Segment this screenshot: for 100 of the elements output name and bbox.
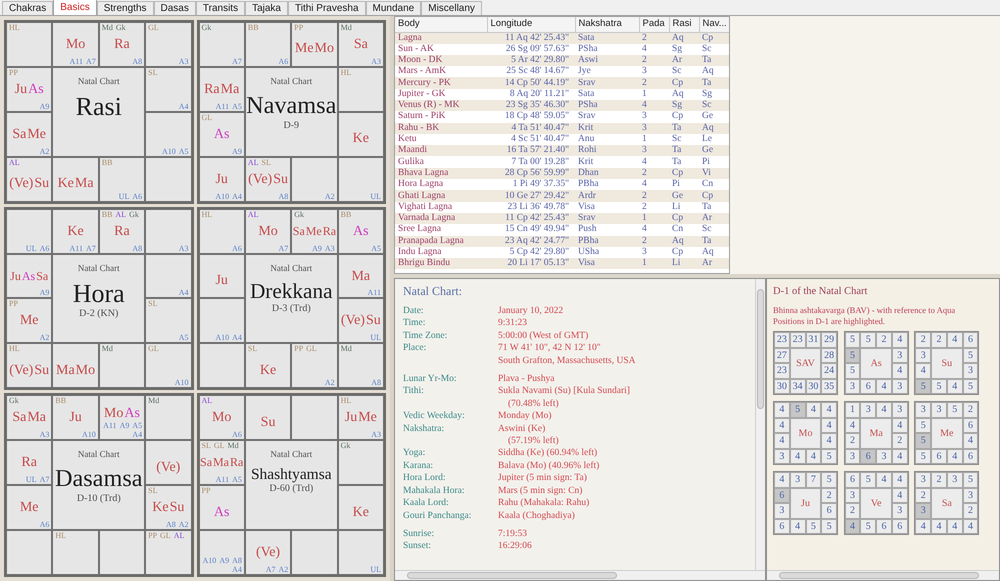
table-cell: Indu Lagna	[395, 246, 487, 258]
table-cell: PSha	[575, 44, 639, 55]
table-cell: 1 Pi 49' 37.35"	[487, 179, 575, 190]
tab[interactable]: Transits	[196, 1, 246, 15]
bav-cell: 4	[876, 472, 892, 488]
planet-label: (Ve)	[340, 313, 365, 328]
planet-label: Me	[306, 224, 322, 239]
table-cell: Visa	[575, 202, 639, 213]
table-cell: 11 Aq 42' 25.43"	[487, 32, 575, 44]
table-cell: Sc	[699, 224, 729, 236]
bav-cell: 2	[892, 433, 908, 448]
planet-label: As	[28, 82, 44, 97]
column-header[interactable]: Nakshatra	[575, 17, 639, 32]
marker-label: BB	[102, 158, 112, 167]
table-cell-text: 18 Cp 48' 59.05"	[504, 111, 570, 123]
bav-grid-name: SAV	[790, 348, 822, 378]
arudha-label: A3	[178, 244, 188, 253]
field-value: January 10, 2022	[498, 305, 564, 318]
bav-cell: 4	[774, 433, 790, 448]
bav-cell: 4	[946, 332, 963, 348]
arudha-label: A9	[219, 556, 230, 565]
arudha-label: A2	[324, 378, 335, 388]
table-cell: Anu	[575, 134, 639, 146]
arudha-label: A2	[278, 565, 288, 574]
bav-cell: 23	[774, 363, 790, 378]
marker-label: HL	[9, 344, 20, 354]
table-cell: Krit	[575, 122, 639, 134]
column-header[interactable]: Body	[395, 17, 487, 32]
horizontal-scrollbar[interactable]	[395, 570, 765, 580]
planet-label: Mo	[258, 224, 278, 239]
bav-cell: 2	[821, 488, 837, 503]
tab[interactable]: Tajaka	[245, 1, 288, 15]
table-cell: Sree Lagna	[395, 224, 487, 236]
planet-label: Ma	[56, 362, 75, 378]
table-cell: Cn	[669, 224, 699, 236]
planet-label: Mo	[212, 410, 232, 426]
table-cell: Li	[669, 258, 699, 270]
arudha-label: UL	[118, 192, 130, 201]
table-cell: 3	[639, 246, 669, 258]
bav-cell: 30	[774, 378, 790, 394]
tab[interactable]: Mundane	[366, 1, 422, 15]
table-cell: Aq	[669, 236, 699, 247]
field-label: Karana:	[403, 460, 434, 472]
arudha-label: A10	[215, 333, 230, 342]
table-cell: Sun - AK	[395, 44, 487, 55]
table-cell-text: 3	[641, 111, 648, 123]
table-cell-text: Cp	[671, 111, 684, 123]
planet-label: Mo	[76, 362, 96, 378]
column-header[interactable]: Rasi	[669, 17, 699, 32]
planet-label: Me	[358, 410, 377, 426]
table-cell: Ghati Lagna	[395, 190, 487, 202]
chart-title: Shashtyamsa	[250, 466, 332, 484]
bav-cell: 2	[915, 488, 932, 503]
tab[interactable]: Strengths	[96, 1, 154, 15]
arudha-label: A6	[40, 244, 50, 253]
marker-label: Md	[228, 441, 239, 450]
table-cell: Varnada Lagna	[395, 212, 487, 224]
table-cell: Lagna	[395, 32, 487, 44]
arudha-label: A8	[132, 244, 142, 253]
column-header[interactable]: Longitude	[487, 17, 575, 32]
marker-label: GL	[306, 344, 317, 354]
column-header[interactable]: Nav...	[699, 17, 729, 32]
arudha-label: A11	[368, 288, 381, 298]
marker-label: SL	[148, 68, 158, 77]
bav-cell: 4	[821, 418, 837, 433]
bav-grid-name: Me	[931, 418, 963, 448]
planet-label: Ma	[213, 455, 230, 470]
planet-label: Ke	[67, 224, 84, 239]
table-cell: 3	[639, 122, 669, 134]
bav-cell: 5	[915, 448, 932, 464]
horizontal-scrollbar[interactable]	[767, 570, 999, 580]
table-cell: Ta	[699, 77, 729, 89]
table-cell: Cp	[669, 77, 699, 89]
table-cell: Ar	[669, 54, 699, 66]
table-cell: 2	[639, 77, 669, 89]
bav-cell: 6	[821, 503, 837, 518]
table-cell: 23 Li 36' 49.78"	[487, 202, 575, 213]
tab[interactable]: Tithi Pravesha	[288, 1, 366, 15]
field-value: 16:29:06	[498, 540, 532, 553]
table-cell: Mars - AmK	[395, 66, 487, 78]
tab[interactable]: Chakras	[2, 1, 54, 15]
table-cell: Ge	[699, 145, 729, 156]
table-cell: Ar	[699, 212, 729, 224]
vertical-scrollbar[interactable]	[755, 279, 765, 570]
planet-label: Ju	[215, 273, 228, 288]
tab[interactable]: Miscellany	[421, 1, 482, 15]
arudha-label: A7	[278, 244, 288, 253]
table-cell: Gulika	[395, 156, 487, 168]
bav-cell: 6	[931, 448, 947, 464]
table-cell: 5 Ar 42' 29.80"	[487, 54, 575, 66]
arudha-label: A4	[232, 192, 242, 201]
tab[interactable]: Basics	[53, 0, 97, 15]
column-header[interactable]: Pada	[639, 17, 669, 32]
table-cell: Sg	[669, 100, 699, 112]
field-label: Date:	[403, 305, 425, 318]
field-label: Nakshatra:	[403, 422, 446, 436]
tab[interactable]: Dasas	[154, 1, 196, 15]
bav-cell: 4	[806, 402, 822, 418]
bav-cell: 3	[774, 448, 790, 464]
table-cell: Aswi	[575, 54, 639, 66]
